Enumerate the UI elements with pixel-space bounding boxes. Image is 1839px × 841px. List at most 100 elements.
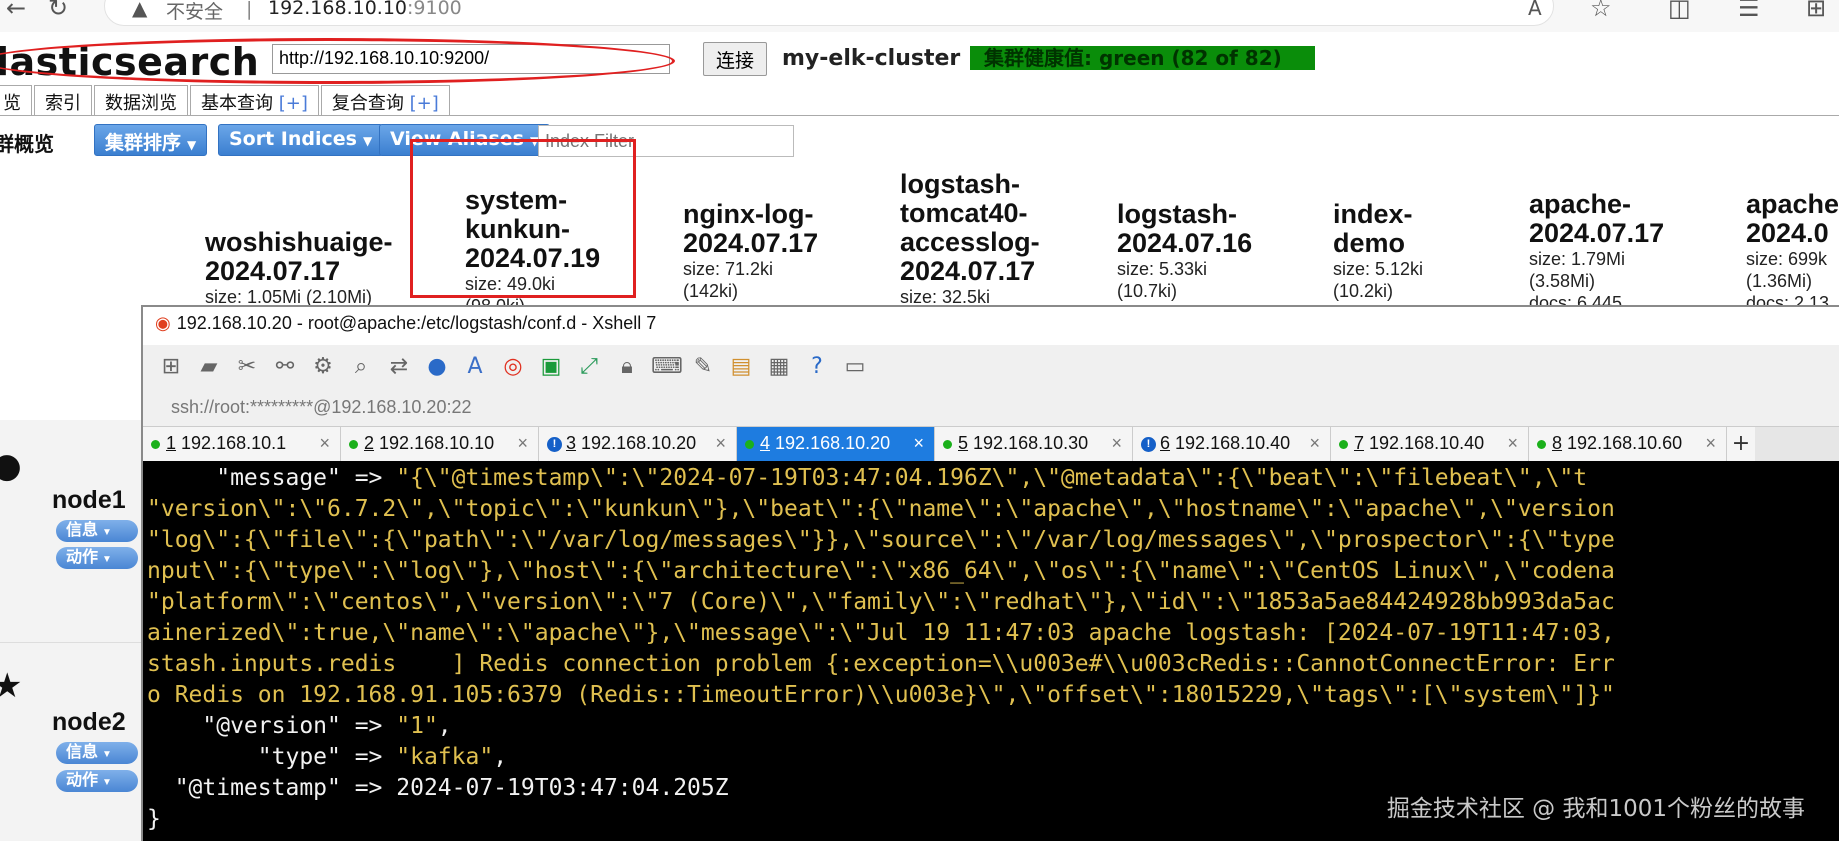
watermark: 掘金技术社区 @ 我和1001个粉丝的故事	[1386, 796, 1805, 822]
index-header[interactable]: index-demo size: 5.12ki (10.2ki)	[1333, 200, 1423, 302]
warning-icon[interactable]: ▲	[132, 0, 147, 20]
index-header[interactable]: logstash- 2024.07.16 size: 5.33ki (10.7ki)	[1117, 200, 1252, 302]
session-tab[interactable]: 4 192.168.10.20 ×	[737, 427, 935, 462]
terminal-output[interactable]: "message" => "{\"@timestamp\":\"2024-07-…	[143, 461, 1839, 841]
refresh-icon[interactable]: ↻	[48, 0, 68, 20]
index-name: logstash-	[1117, 199, 1238, 229]
tab-indices[interactable]: 索引	[34, 85, 92, 115]
button-label: 动作	[66, 772, 99, 789]
terminal-line: nput\":{\"type\":\"log\"},\"host\":{\"ar…	[147, 556, 1839, 587]
tab-overview[interactable]: 览	[0, 85, 32, 115]
sort-indices-button[interactable]: Sort Indices ▼	[218, 124, 384, 156]
index-name: index-	[1333, 199, 1413, 229]
nodes-panel: ● node1 信息 ▼ 动作 ▼ ★ node2 信息 ▼ 动作 ▼	[0, 420, 142, 841]
session-tab[interactable]: 5 192.168.10.30 ×	[935, 427, 1133, 462]
layout-icon[interactable]: ▦	[765, 354, 793, 379]
index-name: woshishuaige-	[205, 227, 393, 257]
chat-icon[interactable]: ▭	[841, 354, 869, 379]
session-tab[interactable]: 7 192.168.10.40 ×	[1331, 427, 1529, 462]
tab-number: 8	[1552, 433, 1563, 453]
session-tab[interactable]: 2 192.168.10.10 ×	[341, 427, 539, 462]
tab-basic-query[interactable]: 基本查询 [+]	[190, 85, 319, 115]
close-tab-icon[interactable]: ×	[715, 433, 726, 454]
button-label: 信息	[66, 522, 99, 539]
tab-host: 192.168.10.10	[379, 433, 495, 453]
terminal-line: "@version" => "1",	[147, 711, 1839, 742]
address-url[interactable]: 192.168.10.10:9100	[268, 0, 462, 19]
node-info-button[interactable]: 信息 ▼	[56, 742, 138, 764]
tab-compound-query[interactable]: 复合查询 [+]	[320, 85, 450, 115]
tab-browser[interactable]: 数据浏览	[94, 85, 188, 115]
back-icon[interactable]: ←	[6, 0, 26, 20]
node-action-button[interactable]: 动作 ▼	[56, 770, 138, 792]
button-label: 集群排序	[105, 132, 182, 154]
close-tab-icon[interactable]: ×	[1705, 433, 1716, 454]
tab-number: 4	[760, 433, 771, 453]
ssh-address-bar[interactable]: ssh://root:*********@192.168.10.20:22	[155, 393, 1839, 423]
split-screen-icon[interactable]: ◫	[1668, 0, 1691, 20]
index-header[interactable]: logstash-tomcat40- accesslog- 2024.07.17 si…	[900, 170, 1040, 308]
tab-plus[interactable]: [+]	[279, 93, 308, 114]
xshell-window: ◉ 192.168.10.20 - root@apache:/etc/logsta…	[141, 305, 1839, 841]
session-tab[interactable]: 1 192.168.10.1 ×	[143, 427, 341, 462]
node-info-button[interactable]: 信息 ▼	[56, 520, 138, 542]
transfer-icon[interactable]: ⇄	[385, 354, 413, 379]
close-tab-icon[interactable]: ×	[1111, 433, 1122, 454]
keyboard-icon[interactable]: ⌨	[651, 354, 683, 379]
index-meta: (3.58Mi)	[1529, 271, 1596, 291]
close-tab-icon[interactable]: ×	[319, 433, 330, 454]
globe-icon[interactable]: ●	[423, 354, 451, 379]
close-tab-icon[interactable]: ×	[1309, 433, 1320, 454]
find-icon[interactable]: ⌕	[347, 354, 375, 379]
favorite-star-icon[interactable]: ☆	[1590, 0, 1612, 20]
terminal-segment: ,	[493, 744, 508, 770]
terminal-line: ainerized\":true,\"name\":\"apache\"},\"…	[147, 618, 1839, 649]
close-tab-icon[interactable]: ×	[517, 433, 528, 454]
index-meta: size: 5.12ki	[1333, 259, 1424, 279]
fullscreen-icon[interactable]: ⤢	[575, 354, 603, 379]
favorites-list-icon[interactable]: ☰	[1738, 0, 1760, 20]
close-tab-icon[interactable]: ×	[913, 433, 924, 454]
collections-icon[interactable]: ⊞	[1806, 0, 1826, 20]
caret-down-icon: ▼	[102, 777, 112, 788]
close-tab-icon[interactable]: ×	[1507, 433, 1518, 454]
session-tab[interactable]: ! 3 192.168.10.20 ×	[539, 427, 737, 462]
tab-plus[interactable]: [+]	[410, 93, 439, 114]
properties-icon[interactable]: ⚙	[309, 354, 337, 379]
highlight-icon[interactable]: ✎	[689, 354, 717, 379]
terminal-line: "log\":{\"file\":{\"path\":\"/var/log/me…	[147, 525, 1839, 556]
connect-button[interactable]: 连接	[703, 42, 767, 76]
help-icon[interactable]: ?	[803, 354, 831, 379]
xshell-toolbar: ⊞ ▰ ✂ ⚯ ⚙ ⌕ ⇄ ● A ◎ ▣ ⤢ 🔒︎ ⌨ ✎ ▤ ▦ ? ▭	[143, 345, 1839, 387]
session-tab[interactable]: ! 6 192.168.10.40 ×	[1133, 427, 1331, 462]
sort-cluster-button[interactable]: 集群排序 ▼	[94, 124, 208, 156]
new-session-icon[interactable]: ⊞	[157, 354, 185, 379]
font-icon[interactable]: A	[461, 354, 489, 379]
read-aloud-icon[interactable]: A	[1528, 0, 1542, 20]
link-icon[interactable]: ⚯	[271, 354, 299, 379]
open-folder-icon[interactable]: ▰	[195, 354, 223, 379]
index-header[interactable]: apache 2024.0 size: 699k (1.36Mi) docs: 2,13	[1746, 190, 1839, 314]
index-name: 2024.07.17	[205, 256, 341, 286]
button-label: Sort Indices	[229, 128, 357, 150]
index-meta: size: 71.2ki	[683, 259, 774, 279]
xftp-icon[interactable]: ◎	[499, 354, 527, 379]
index-header[interactable]: woshishuaige- 2024.07.17 size: 1.05Mi (2.1…	[205, 228, 393, 308]
terminal-segment: "type" =>	[147, 744, 397, 770]
add-folder-icon[interactable]: ▤	[727, 354, 755, 379]
new-tab-plus-icon[interactable]: +	[1727, 427, 1755, 462]
terminal-segment: "platform\":\"centos\",\"version\":\"7 (…	[147, 589, 1615, 615]
index-header[interactable]: apache- 2024.07.17 size: 1.79Mi (3.58Mi) doc…	[1529, 190, 1664, 314]
xmanager-icon[interactable]: ▣	[537, 354, 565, 379]
index-name: apache	[1746, 189, 1839, 219]
caret-down-icon: ▼	[102, 749, 112, 760]
terminal-segment: "kafka"	[396, 744, 494, 770]
disconnect-icon[interactable]: ✂	[233, 354, 261, 379]
node-action-button[interactable]: 动作 ▼	[56, 547, 138, 569]
lock-icon[interactable]: 🔒︎	[613, 354, 641, 379]
tab-number: 3	[566, 433, 577, 453]
session-tab[interactable]: 8 192.168.10.60 ×	[1529, 427, 1727, 462]
index-header[interactable]: nginx-log- 2024.07.17 size: 71.2ki (142ki)	[683, 200, 818, 302]
index-meta: (10.2ki)	[1333, 281, 1394, 301]
xshell-session-tabs: 1 192.168.10.1 × 2 192.168.10.10 ×! 3 192.16…	[143, 426, 1839, 462]
